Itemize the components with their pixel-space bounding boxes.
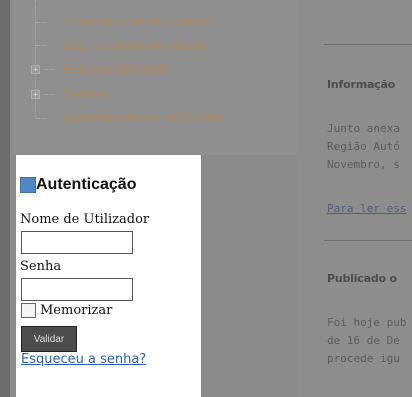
tree-item-questoes[interactable]: Questões sobre a Lei 31/2009 <box>62 111 223 125</box>
page-left-border <box>0 0 10 397</box>
login-title: Autenticação <box>36 176 137 193</box>
divider <box>324 240 412 241</box>
tree-connector <box>35 0 36 118</box>
expand-icon[interactable]: + <box>31 65 40 74</box>
tree-connector <box>44 69 54 70</box>
article-text-line: Região Autó <box>327 140 400 153</box>
tree-item-eleicao[interactable]: Eleição ANET-2008 <box>62 62 166 76</box>
divider <box>324 44 412 45</box>
login-icon <box>20 177 36 193</box>
article-text-line: de 16 de De <box>327 334 400 347</box>
expand-icon[interactable]: + <box>31 90 40 99</box>
tree-connector <box>36 22 46 23</box>
tree-connector <box>44 94 54 95</box>
username-input[interactable] <box>21 231 133 254</box>
tree-connector <box>36 118 46 119</box>
tree-item-eventos[interactable]: Eventos <box>62 87 105 101</box>
username-label: Nome de Utilizador <box>20 212 150 227</box>
article-text-line: Novembro, s <box>327 158 400 171</box>
remember-checkbox[interactable] <box>21 303 36 318</box>
article-title[interactable]: Informação <box>327 78 395 91</box>
tree-item-engenharia[interactable]: Engenharia "no seu melhor" <box>62 15 211 29</box>
remember-label: Memorizar <box>40 303 113 318</box>
articles-column: Informação Junto anexa Região Autó Novem… <box>297 0 412 397</box>
read-more-link[interactable]: Para ler ess <box>327 202 406 215</box>
article-title[interactable]: Publicado o <box>327 272 397 285</box>
article-text-line: Foi hoje pub <box>327 316 407 329</box>
password-input[interactable] <box>21 278 133 301</box>
forgot-password-link[interactable]: Esqueceu a senha? <box>21 352 146 367</box>
validate-button[interactable]: Validar <box>21 326 77 352</box>
article-text-line: procede igu <box>327 352 400 365</box>
password-label: Senha <box>20 259 62 274</box>
tree-item-eng-video[interactable]: Eng. no seu melhor (video) <box>62 38 206 52</box>
article-text-line: Junto anexa <box>327 122 400 135</box>
tree-connector <box>36 45 46 46</box>
login-panel: Autenticação Nome de Utilizador Senha Me… <box>16 155 201 397</box>
